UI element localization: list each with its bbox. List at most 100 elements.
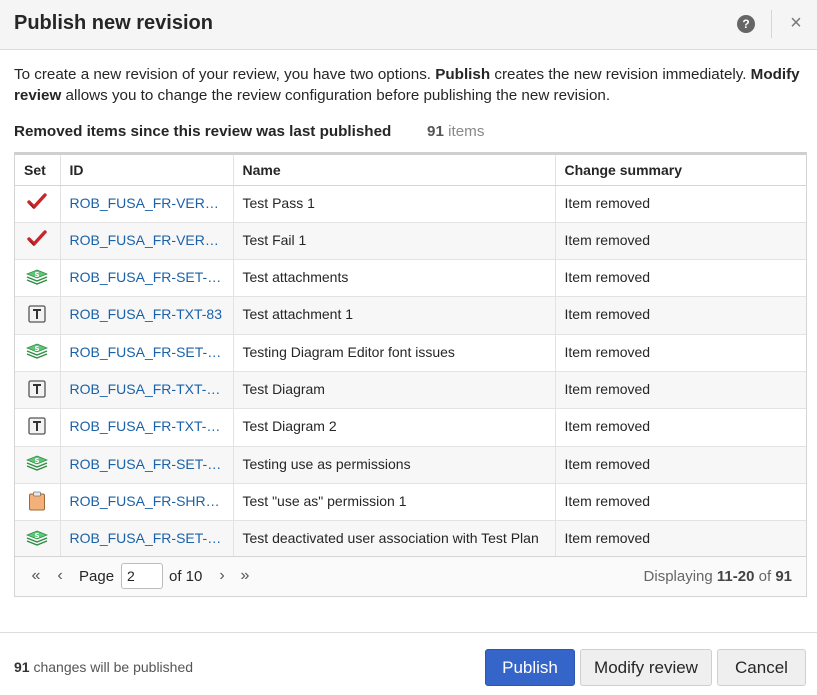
row-change-summary: Item removed: [555, 371, 806, 410]
row-set-cell: S: [15, 446, 61, 484]
header-divider: [771, 10, 772, 38]
dialog-title: Publish new revision: [14, 12, 213, 34]
row-set-cell: S: [15, 520, 61, 559]
row-name: Test deactivated user association with T…: [233, 520, 556, 559]
row-change-summary: Item removed: [555, 222, 806, 261]
dialog-header: Publish new revision ? ×: [0, 0, 817, 50]
row-name: Test "use as" permission 1: [233, 483, 556, 522]
column-header-change-summary[interactable]: Change summary: [555, 155, 806, 186]
pagination-bar: « ‹ Page of 10 › » Displaying 11-20 of 9…: [15, 556, 806, 596]
row-set-cell: S: [15, 334, 61, 372]
table-row[interactable]: S ROB_FUSA_FR-SET-… Test deactivated user …: [15, 520, 806, 559]
table-row[interactable]: S ROB_FUSA_FR-SET-… Testing use as permiss…: [15, 446, 806, 484]
page-of-label: of 10: [169, 568, 203, 585]
row-name: Test Pass 1: [233, 185, 556, 223]
row-change-summary: Item removed: [555, 520, 806, 559]
table-header-row: Set ID Name Change summary: [15, 155, 806, 186]
row-id-link[interactable]: ROB_FUSA_FR-SET-…: [60, 259, 234, 298]
display-of: of: [754, 568, 776, 585]
display-prefix: Displaying: [643, 568, 717, 585]
row-name: Test Fail 1: [233, 222, 556, 261]
row-id-link[interactable]: ROB_FUSA_FR-VER-…: [60, 222, 234, 261]
row-change-summary: Item removed: [555, 185, 806, 223]
clipboard-icon: [28, 491, 46, 514]
removed-items-grid: Set ID Name Change summary ROB_FUSA_FR-V…: [14, 152, 807, 597]
page-label: Page: [79, 568, 115, 585]
row-set-cell: [15, 371, 61, 410]
desc-text-1: To create a new revision of your review,…: [14, 66, 436, 83]
row-id-link[interactable]: ROB_FUSA_FR-SET-…: [60, 446, 234, 484]
first-page-icon[interactable]: «: [26, 566, 46, 586]
desc-text-2: creates the new revision immediately.: [490, 66, 751, 83]
column-header-name[interactable]: Name: [233, 155, 556, 186]
changes-count-label: changes will be published: [29, 659, 194, 675]
row-change-summary: Item removed: [555, 483, 806, 522]
next-page-icon[interactable]: ›: [212, 566, 232, 586]
publish-button[interactable]: Publish: [485, 649, 575, 686]
row-name: Test attachment 1: [233, 296, 556, 335]
row-id-link[interactable]: ROB_FUSA_FR-SET-…: [60, 334, 234, 372]
table-row[interactable]: ROB_FUSA_FR-VER-… Test Pass 1 Item removed: [15, 185, 806, 223]
displaying-info: Displaying 11-20 of 91: [644, 568, 792, 585]
help-icon[interactable]: ?: [737, 15, 755, 33]
column-header-id[interactable]: ID: [60, 155, 234, 186]
section-count-number: 91: [427, 123, 444, 140]
row-change-summary: Item removed: [555, 446, 806, 484]
previous-page-icon[interactable]: ‹: [50, 566, 70, 586]
row-change-summary: Item removed: [555, 259, 806, 298]
desc-publish-bold: Publish: [435, 66, 491, 83]
row-change-summary: Item removed: [555, 408, 806, 447]
row-set-cell: [15, 483, 61, 522]
row-name: Testing Diagram Editor font issues: [233, 334, 556, 372]
table-row[interactable]: S ROB_FUSA_FR-SET-… Testing Diagram Editor…: [15, 334, 806, 372]
desc-text-3: allows you to change the review configur…: [61, 87, 611, 104]
row-id-link[interactable]: ROB_FUSA_FR-SET-…: [60, 520, 234, 559]
section-item-count: 91 items: [427, 123, 484, 140]
row-id-link[interactable]: ROB_FUSA_FR-TXT-…: [60, 408, 234, 447]
row-change-summary: Item removed: [555, 296, 806, 335]
modify-review-button[interactable]: Modify review: [580, 649, 712, 686]
svg-text:S: S: [35, 271, 40, 279]
test-set-icon: S: [26, 343, 49, 362]
close-icon[interactable]: ×: [786, 12, 806, 34]
table-row[interactable]: ROB_FUSA_FR-TXT-… Test Diagram Item remove…: [15, 371, 806, 410]
test-set-icon: S: [26, 269, 49, 288]
table-row[interactable]: S ROB_FUSA_FR-SET-… Test attachments Item r…: [15, 259, 806, 298]
row-change-summary: Item removed: [555, 334, 806, 372]
table-row[interactable]: ROB_FUSA_FR-TXT-83 Test attachment 1 Item …: [15, 296, 806, 335]
red-check-icon: [27, 230, 47, 251]
row-set-cell: S: [15, 259, 61, 298]
text-item-icon: [28, 417, 46, 438]
text-item-icon: [28, 379, 46, 401]
table-row[interactable]: ROB_FUSA_FR-TXT-… Test Diagram 2 Item remo…: [15, 408, 806, 447]
table-row[interactable]: ROB_FUSA_FR-VER-… Test Fail 1 Item removed: [15, 222, 806, 261]
row-name: Test attachments: [233, 259, 556, 298]
page-number-input[interactable]: [121, 563, 163, 589]
display-range: 11-20: [716, 568, 755, 585]
cancel-button[interactable]: Cancel: [717, 649, 806, 686]
last-page-icon[interactable]: »: [235, 566, 255, 586]
section-title: Removed items since this review was last…: [14, 123, 392, 140]
row-set-cell: [15, 185, 61, 223]
text-item-icon: [28, 305, 46, 326]
red-check-icon: [27, 193, 47, 214]
row-name: Test Diagram 2: [233, 408, 556, 447]
row-id-link[interactable]: ROB_FUSA_FR-VER-…: [60, 185, 234, 223]
row-id-link[interactable]: ROB_FUSA_FR-TXT-83: [60, 296, 234, 335]
column-header-set[interactable]: Set: [15, 155, 61, 186]
row-set-cell: [15, 296, 61, 335]
dialog-description: To create a new revision of your review,…: [14, 64, 809, 106]
row-set-cell: [15, 222, 61, 261]
dialog-footer: 91 changes will be published Publish Mod…: [0, 632, 817, 695]
row-set-cell: [15, 408, 61, 447]
row-id-link[interactable]: ROB_FUSA_FR-SHR-…: [60, 483, 234, 522]
row-id-link[interactable]: ROB_FUSA_FR-TXT-…: [60, 371, 234, 410]
svg-text:S: S: [35, 345, 40, 353]
row-name: Test Diagram: [233, 371, 556, 410]
section-count-suffix: items: [443, 123, 485, 140]
row-name: Testing use as permissions: [233, 446, 556, 484]
svg-text:S: S: [35, 457, 40, 465]
svg-text:S: S: [35, 532, 40, 540]
table-row[interactable]: ROB_FUSA_FR-SHR-… Test "use as" permissio…: [15, 483, 806, 522]
display-total: 91: [775, 568, 792, 585]
